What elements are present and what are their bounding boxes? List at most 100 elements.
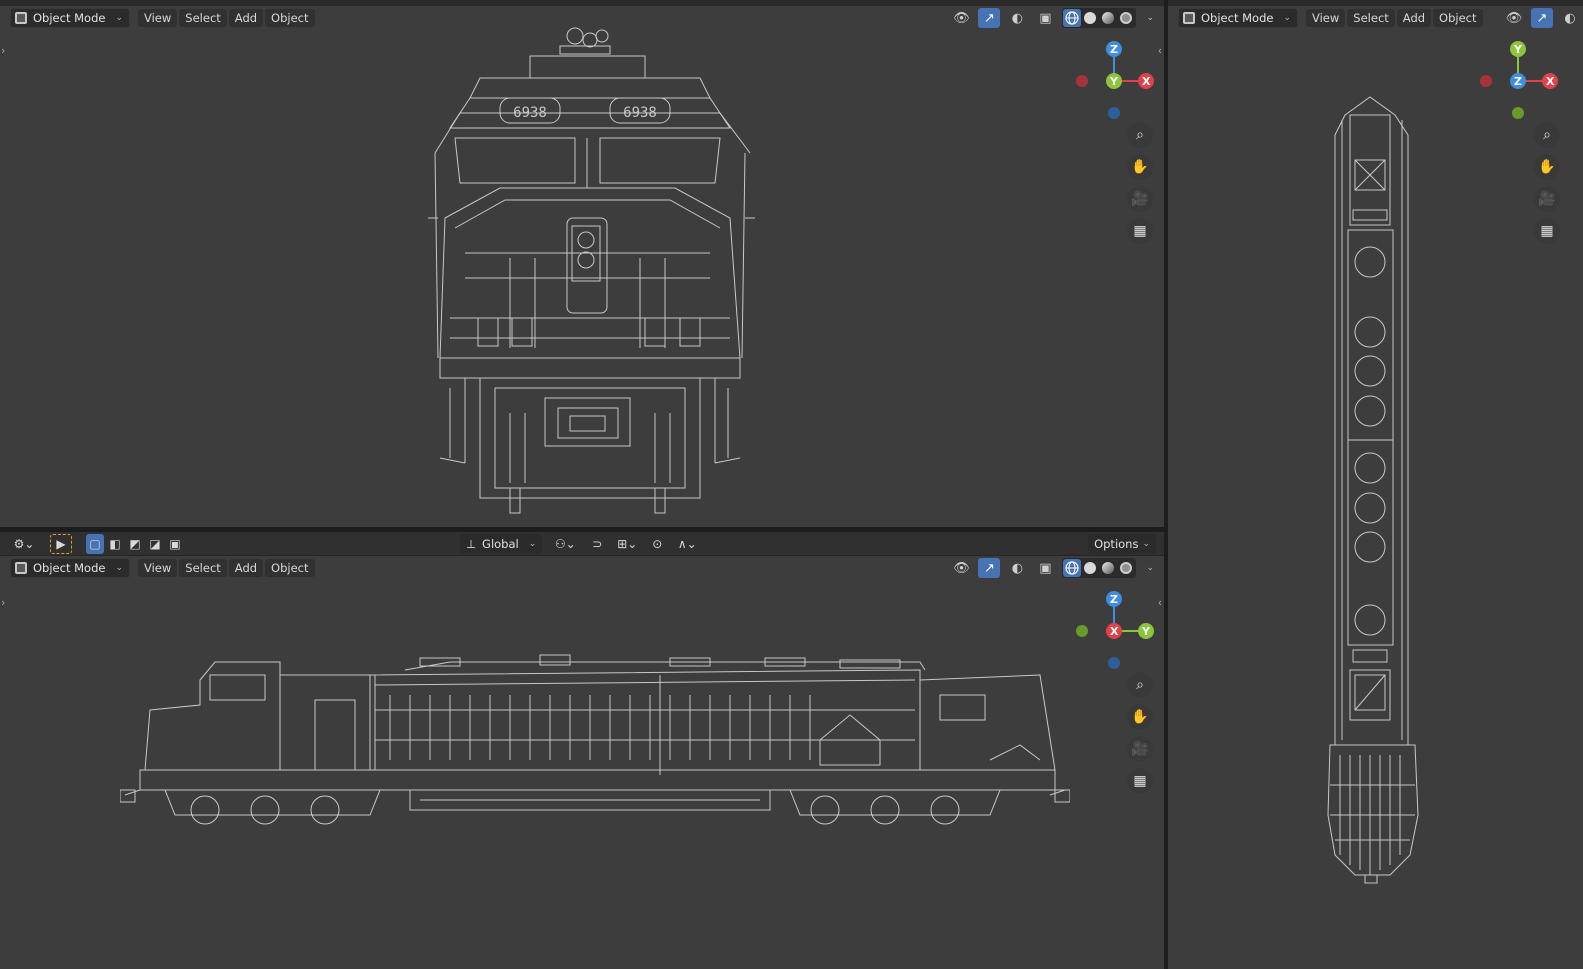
mode-label: Object Mode <box>33 561 106 575</box>
menu-view[interactable]: View <box>138 9 178 27</box>
proportional-edit-icon[interactable]: ⊙ <box>648 534 666 554</box>
falloff-icon[interactable]: ∧⌄ <box>674 534 700 554</box>
camera-icon[interactable]: 🎥 <box>1127 736 1153 762</box>
gizmo-icon[interactable]: ↗ <box>1531 8 1553 28</box>
menu-add[interactable]: Add <box>228 559 264 577</box>
xray-icon[interactable]: ▣ <box>1034 8 1056 28</box>
viewport-top[interactable]: Object Mode ⌄ View Select Add Object 👁 ↗… <box>1168 0 1583 969</box>
menu-object[interactable]: Object <box>1433 9 1483 27</box>
snap-icon[interactable]: ⊃ <box>588 534 606 554</box>
chevron-down-icon: ⌄ <box>115 563 123 573</box>
gizmo-icon[interactable]: ↗ <box>978 558 1001 578</box>
pivot-icon[interactable]: ⚇⌄ <box>550 534 580 554</box>
tool-row: ⚙⌄ ▶ ▢ ◧ ◩ ◪ ▣ ⊥ Global ⌄ ⚇⌄ ⊃ ⊞⌄ ⊙ ∧⌄ <box>0 532 1164 556</box>
select-invert-icon[interactable]: ◪ <box>146 534 164 554</box>
toolbar-expand-icon[interactable]: › <box>1 596 5 609</box>
gizmo-y-label: Y <box>1110 75 1118 88</box>
object-mode-icon <box>1183 12 1195 24</box>
cab-number-right: 6938 <box>623 105 657 121</box>
select-new-icon[interactable]: ▢ <box>86 534 104 554</box>
hand-icon[interactable]: ✋ <box>1534 154 1560 180</box>
mode-label: Object Mode <box>1201 11 1274 25</box>
overlay-icon[interactable]: ◐ <box>1006 8 1028 28</box>
snap-target-icon[interactable]: ⊞⌄ <box>614 534 640 554</box>
material-shading-icon[interactable] <box>1099 559 1117 577</box>
chevron-down-icon[interactable]: ⌄ <box>1146 563 1154 573</box>
chevron-down-icon: ⌄ <box>1142 539 1150 549</box>
grid-icon[interactable]: ▦ <box>1127 768 1153 794</box>
gizmo-x-label: X <box>1110 625 1119 638</box>
chevron-down-icon: ⌄ <box>528 539 537 549</box>
gizmo-z-label: Z <box>1110 593 1118 606</box>
object-mode-icon <box>15 562 27 574</box>
menu-object[interactable]: Object <box>265 559 315 577</box>
select-mode-group: ▢ ◧ ◩ ◪ ▣ <box>86 534 184 554</box>
solid-shading-icon[interactable] <box>1081 9 1099 27</box>
header-menu: View Select Add Object <box>1306 9 1483 27</box>
menu-add[interactable]: Add <box>1396 9 1432 27</box>
navigation-buttons: ⌕ ✋ 🎥 ▦ <box>1534 122 1560 244</box>
navigation-buttons: ⌕ ✋ 🎥 ▦ <box>1127 122 1153 244</box>
editor-type-icon[interactable]: ⚙⌄ <box>8 534 40 554</box>
select-extend-icon[interactable]: ◧ <box>106 534 124 554</box>
eye-icon[interactable]: 👁 <box>1503 8 1525 28</box>
viewport-front[interactable]: Object Mode ⌄ View Select Add Object 👁 ↗… <box>0 0 1164 527</box>
eye-icon[interactable]: 👁 <box>950 8 972 28</box>
overlay-icon[interactable]: ◐ <box>1559 8 1581 28</box>
navigation-buttons: ⌕ ✋ 🎥 ▦ <box>1127 672 1153 794</box>
select-subtract-icon[interactable]: ◩ <box>126 534 144 554</box>
object-mode-dropdown[interactable]: Object Mode ⌄ <box>1178 8 1298 28</box>
wireframe-shading-icon[interactable] <box>1063 9 1082 27</box>
eye-icon[interactable]: 👁 <box>950 558 972 578</box>
hand-icon[interactable]: ✋ <box>1127 154 1153 180</box>
menu-select[interactable]: Select <box>179 9 227 27</box>
menu-select[interactable]: Select <box>179 559 227 577</box>
select-tool-icon[interactable]: ▶ <box>50 534 72 554</box>
transform-orientation-dropdown[interactable]: ⊥ Global ⌄ <box>460 534 543 554</box>
header-menu: View Select Add Object <box>138 559 315 577</box>
xray-icon[interactable]: ▣ <box>1034 558 1056 578</box>
menu-object[interactable]: Object <box>265 9 315 27</box>
overlay-icon[interactable]: ◐ <box>1006 558 1028 578</box>
camera-icon[interactable]: 🎥 <box>1127 186 1153 212</box>
zoom-icon[interactable]: ⌕ <box>1127 122 1153 148</box>
gizmo-x-label: X <box>1142 75 1151 88</box>
gizmo-icon[interactable]: ↗ <box>978 8 1001 28</box>
menu-select[interactable]: Select <box>1347 9 1395 27</box>
wireframe-shading-icon[interactable] <box>1063 559 1082 577</box>
gizmo-z-label: Z <box>1514 75 1522 88</box>
rendered-shading-icon[interactable] <box>1117 9 1135 27</box>
menu-view[interactable]: View <box>138 559 178 577</box>
hand-icon[interactable]: ✋ <box>1127 704 1153 730</box>
grid-icon[interactable]: ▦ <box>1534 218 1560 244</box>
transform-group: ⊥ Global ⌄ ⚇⌄ ⊃ ⊞⌄ ⊙ ∧⌄ <box>460 534 700 554</box>
rendered-shading-icon[interactable] <box>1117 559 1135 577</box>
material-shading-icon[interactable] <box>1099 9 1117 27</box>
zoom-icon[interactable]: ⌕ <box>1534 122 1560 148</box>
locomotive-top-wireframe <box>1320 95 1425 890</box>
camera-icon[interactable]: 🎥 <box>1534 186 1560 212</box>
viewport-header-right: 👁 ↗ ◐ <box>1503 6 1581 30</box>
gizmo-x-label: X <box>1546 75 1555 88</box>
options-dropdown[interactable]: Options ⌄ <box>1088 534 1156 554</box>
zoom-icon[interactable]: ⌕ <box>1127 672 1153 698</box>
chevron-down-icon[interactable]: ⌄ <box>1146 13 1154 23</box>
menu-add[interactable]: Add <box>228 9 264 27</box>
object-mode-dropdown[interactable]: Object Mode ⌄ <box>10 8 130 28</box>
gizmo-z-label: Z <box>1110 43 1118 56</box>
gizmo-y-label: Y <box>1142 625 1150 638</box>
select-intersect-icon[interactable]: ▣ <box>166 534 184 554</box>
locomotive-front-wireframe: 6938 6938 <box>410 18 770 518</box>
menu-view[interactable]: View <box>1306 9 1346 27</box>
viewport-side[interactable]: ⚙⌄ ▶ ▢ ◧ ◩ ◪ ▣ ⊥ Global ⌄ ⚇⌄ ⊃ ⊞⌄ ⊙ ∧⌄ O… <box>0 532 1164 969</box>
toolbar-expand-icon[interactable]: › <box>1 44 5 57</box>
grid-icon[interactable]: ▦ <box>1127 218 1153 244</box>
cab-number-left: 6938 <box>513 105 547 121</box>
chevron-down-icon: ⌄ <box>1283 13 1291 23</box>
tool-header: ⚙⌄ ▶ ▢ ◧ ◩ ◪ ▣ ⊥ Global ⌄ ⚇⌄ ⊃ ⊞⌄ ⊙ ∧⌄ O… <box>0 532 1164 556</box>
viewport-header-right: 👁 ↗ ◐ ▣ ⌄ <box>950 6 1154 30</box>
orientation-icon: ⊥ <box>466 537 477 551</box>
solid-shading-icon[interactable] <box>1081 559 1099 577</box>
viewport-header-right: 👁 ↗ ◐ ▣ ⌄ <box>950 556 1154 580</box>
object-mode-dropdown[interactable]: Object Mode ⌄ <box>10 558 130 578</box>
